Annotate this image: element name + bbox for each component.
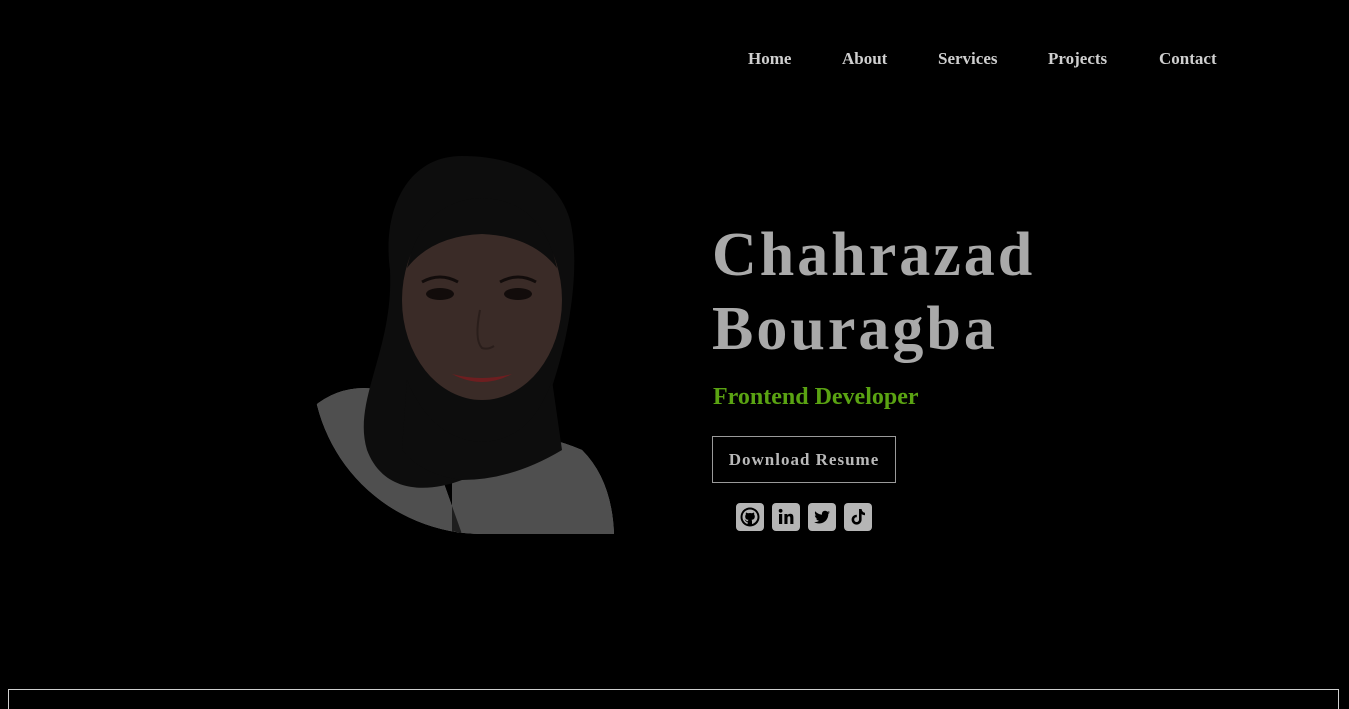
download-resume-button[interactable]: Download Resume bbox=[712, 436, 896, 483]
hero-role: Frontend Developer bbox=[713, 384, 919, 410]
main-nav: Home About Services Projects Contact bbox=[0, 46, 1349, 72]
hero-name: Chahrazad Bouragba bbox=[712, 218, 1035, 366]
nav-home-link[interactable]: Home bbox=[748, 46, 791, 72]
github-icon bbox=[740, 507, 760, 527]
portrait-illustration bbox=[312, 156, 614, 534]
twitter-link[interactable] bbox=[808, 503, 836, 531]
nav-about-link[interactable]: About bbox=[842, 46, 887, 72]
tiktok-icon bbox=[851, 509, 865, 525]
linkedin-icon bbox=[778, 508, 794, 524]
hero-last-name: Bouragba bbox=[712, 295, 998, 363]
next-section-frame bbox=[8, 689, 1339, 709]
nav-projects-link[interactable]: Projects bbox=[1048, 46, 1107, 72]
linkedin-link[interactable] bbox=[772, 503, 800, 531]
twitter-icon bbox=[814, 510, 830, 524]
nav-services-link[interactable]: Services bbox=[938, 46, 997, 72]
hero-first-name: Chahrazad bbox=[712, 221, 1036, 289]
nav-contact-link[interactable]: Contact bbox=[1159, 46, 1217, 72]
profile-photo bbox=[312, 150, 614, 534]
github-link[interactable] bbox=[736, 503, 764, 531]
tiktok-link[interactable] bbox=[844, 503, 872, 531]
